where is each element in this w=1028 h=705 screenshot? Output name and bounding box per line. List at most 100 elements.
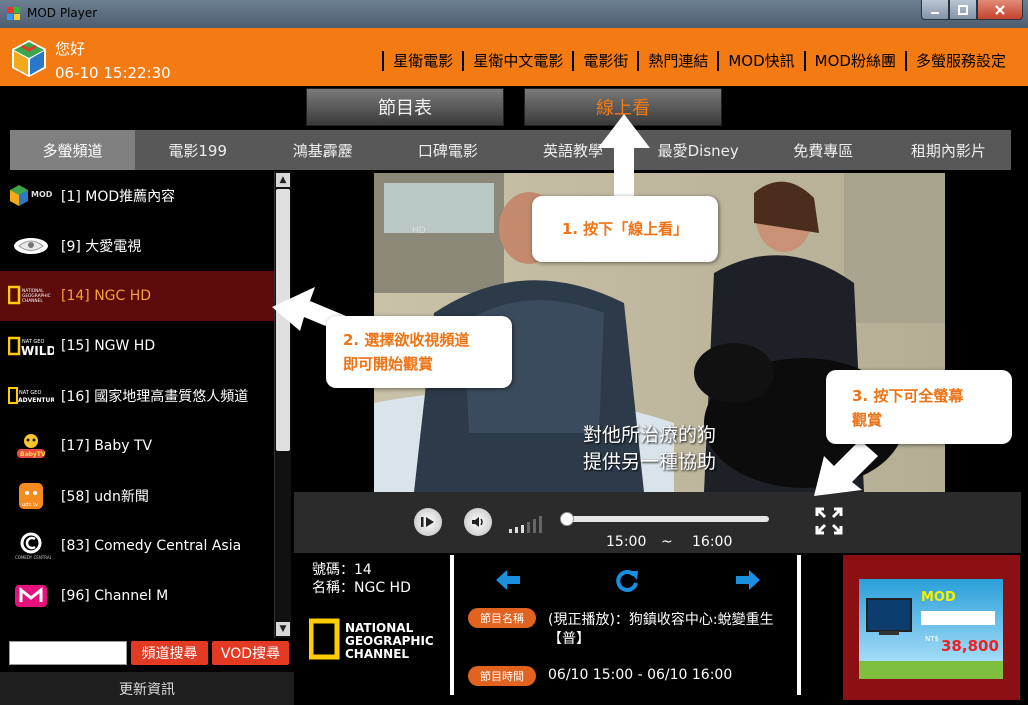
nav-item-star-movies[interactable]: 星衛電影: [393, 50, 453, 71]
svg-text:GEOGRAPHIC: GEOGRAPHIC: [345, 634, 434, 648]
udn-tv-logo: udn tv: [8, 479, 54, 513]
maximize-icon: [958, 4, 968, 15]
minimize-icon: [931, 11, 939, 14]
svg-text:CHANNEL: CHANNEL: [22, 298, 43, 304]
next-program-icon[interactable]: [734, 568, 762, 592]
program-name-tag: 節目名稱: [468, 608, 536, 628]
nav-separator: [382, 50, 385, 71]
callout-step-2-line-1: 2. 選擇欲收視頻道: [343, 331, 470, 349]
callout-step-1-text: 1. 按下「線上看」: [561, 220, 689, 238]
tab-rented-videos[interactable]: 租期內影片: [886, 130, 1011, 170]
svg-text:NATIONAL: NATIONAL: [345, 621, 414, 635]
vod-search-button[interactable]: VOD搜尋: [212, 641, 289, 665]
maximize-button[interactable]: [949, 0, 977, 20]
app-icon: [7, 7, 20, 20]
tab-word-of-mouth-movies[interactable]: 口碑電影: [385, 130, 510, 170]
tab-favorite-disney[interactable]: 最愛Disney: [636, 130, 761, 170]
tab-free-zone[interactable]: 免費專區: [761, 130, 886, 170]
channel-item-83[interactable]: COMEDY CENTRAL [83] Comedy Central Asia: [0, 521, 274, 571]
channel-name: [15] NGW HD: [61, 338, 156, 354]
channel-list: MOD [1] MOD推薦內容 [9] 大愛電視 NATIONAL GEOGRA: [0, 171, 274, 637]
volume-level-icon[interactable]: [508, 514, 550, 534]
start-time: 15:00: [606, 534, 647, 550]
nav-item-mod-news[interactable]: MOD快訊: [728, 50, 794, 71]
callout-arrow-up: [598, 114, 650, 200]
channel-item-14[interactable]: NATIONAL GEOGRAPHIC CHANNEL [14] NGC HD: [0, 271, 274, 321]
end-time: 16:00: [692, 534, 733, 550]
schedule-button[interactable]: 節目表: [306, 88, 504, 126]
nav-item-mod-fans[interactable]: MOD粉絲團: [815, 50, 896, 71]
channel-item-16[interactable]: NAT GEO ADVENTURE [16] 國家地理高畫質悠人頻道: [0, 371, 274, 421]
nav-item-star-chinese-movies[interactable]: 星衛中文電影: [473, 50, 563, 71]
tab-multiscreen-channels[interactable]: 多螢頻道: [10, 130, 136, 170]
nav-separator: [904, 50, 907, 71]
program-rating: 【普】: [548, 631, 590, 647]
video-hd-tag: HD: [412, 226, 426, 236]
channel-name: [1] MOD推薦內容: [61, 189, 176, 205]
channel-item-15[interactable]: NAT GEO WILD [15] NGW HD: [0, 321, 274, 371]
program-name: (現正播放)：狗鎮收容中心:蛻變重生: [548, 612, 774, 628]
daai-tv-logo: [8, 229, 54, 263]
nav-separator: [572, 50, 575, 71]
tab-hongji-pili[interactable]: 鴻基霹靂: [260, 130, 385, 170]
seek-bar[interactable]: [560, 512, 769, 526]
channel-number-label: 號碼：14: [312, 562, 372, 578]
svg-text:CHANNEL: CHANNEL: [345, 647, 409, 661]
ad-image: MOD NT$ 38,800: [859, 579, 1003, 679]
advertisement-banner[interactable]: MOD NT$ 38,800: [843, 555, 1020, 700]
callout-step-3-line-1: 3. 按下可全螢幕: [852, 387, 964, 405]
nav-separator: [717, 50, 720, 71]
scroll-down-icon[interactable]: ▼: [276, 622, 290, 636]
channel-name: [9] 大愛電視: [61, 239, 142, 255]
channel-m-logo: [8, 579, 54, 613]
seek-knob[interactable]: [560, 512, 574, 526]
channel-name: [17] Baby TV: [61, 438, 153, 454]
svg-text:ADVENTURE: ADVENTURE: [18, 397, 54, 404]
fullscreen-icon[interactable]: [814, 506, 844, 536]
refresh-icon[interactable]: [614, 568, 642, 592]
previous-program-icon[interactable]: [494, 568, 522, 592]
time-separator: ~: [661, 534, 673, 550]
update-info-button[interactable]: 更新資訊: [0, 672, 294, 705]
search-input[interactable]: [9, 641, 127, 665]
nav-item-multiscreen-settings[interactable]: 多螢服務設定: [916, 50, 1006, 71]
nav-item-hot-links[interactable]: 熱門連結: [648, 50, 708, 71]
baby-tv-logo: BabyTV: [8, 429, 54, 463]
svg-text:BabyTV: BabyTV: [20, 451, 46, 458]
play-pause-button[interactable]: [414, 508, 442, 536]
mod-player-window: MOD Player 您好 06-10 15:22:30 星衛電影 星衛中文電影…: [0, 0, 1028, 705]
minimize-button[interactable]: [921, 0, 949, 20]
channel-name: [58] udn新聞: [61, 489, 149, 505]
close-button[interactable]: [977, 0, 1023, 20]
svg-text:COMEDY CENTRAL: COMEDY CENTRAL: [15, 555, 51, 560]
channel-name: [14] NGC HD: [61, 288, 152, 304]
channel-item-96[interactable]: [96] Channel M: [0, 571, 274, 621]
nat-geo-adventure-logo: NAT GEO ADVENTURE: [8, 379, 54, 413]
player-controls: 15:00 ~ 16:00: [294, 492, 1021, 553]
channel-item-9[interactable]: [9] 大愛電視: [0, 221, 274, 271]
ad-price: 38,800: [941, 637, 999, 655]
nav-item-movie-street[interactable]: 電影街: [583, 50, 628, 71]
channel-search-button[interactable]: 頻道搜尋: [131, 641, 208, 665]
nav-separator: [803, 50, 806, 71]
channel-item-17[interactable]: BabyTV [17] Baby TV: [0, 421, 274, 471]
callout-step-2-line-2: 即可開始觀賞: [343, 355, 434, 373]
svg-text:WILD: WILD: [21, 344, 54, 358]
callout-arrow-down: [814, 440, 878, 496]
top-nav: 星衛電影 星衛中文電影 電影街 熱門連結 MOD快訊 MOD粉絲團 多螢服務設定: [373, 50, 1006, 71]
tab-movie-199[interactable]: 電影199: [135, 130, 260, 170]
header-bar: 您好 06-10 15:22:30 星衛電影 星衛中文電影 電影街 熱門連結 M…: [0, 28, 1028, 86]
channel-item-1[interactable]: MOD [1] MOD推薦內容: [0, 171, 274, 221]
channel-list-scrollbar[interactable]: ▲ ▼: [274, 171, 291, 638]
callout-step-2: 2. 選擇欲收視頻道 即可開始觀賞: [326, 316, 512, 388]
channel-item-58[interactable]: udn tv [58] udn新聞: [0, 471, 274, 521]
channel-name: [16] 國家地理高畫質悠人頻道: [61, 389, 249, 405]
volume-button[interactable]: [464, 508, 492, 536]
nav-separator: [637, 50, 640, 71]
window-title: MOD Player: [27, 6, 98, 20]
channel-name-label: 名稱：NGC HD: [312, 580, 411, 596]
scroll-up-icon[interactable]: ▲: [276, 173, 290, 187]
program-time-tag: 節目時間: [468, 666, 536, 686]
video-subtitle-line-1: 對他所治療的狗: [583, 424, 717, 446]
callout-step-1: 1. 按下「線上看」: [532, 196, 718, 262]
